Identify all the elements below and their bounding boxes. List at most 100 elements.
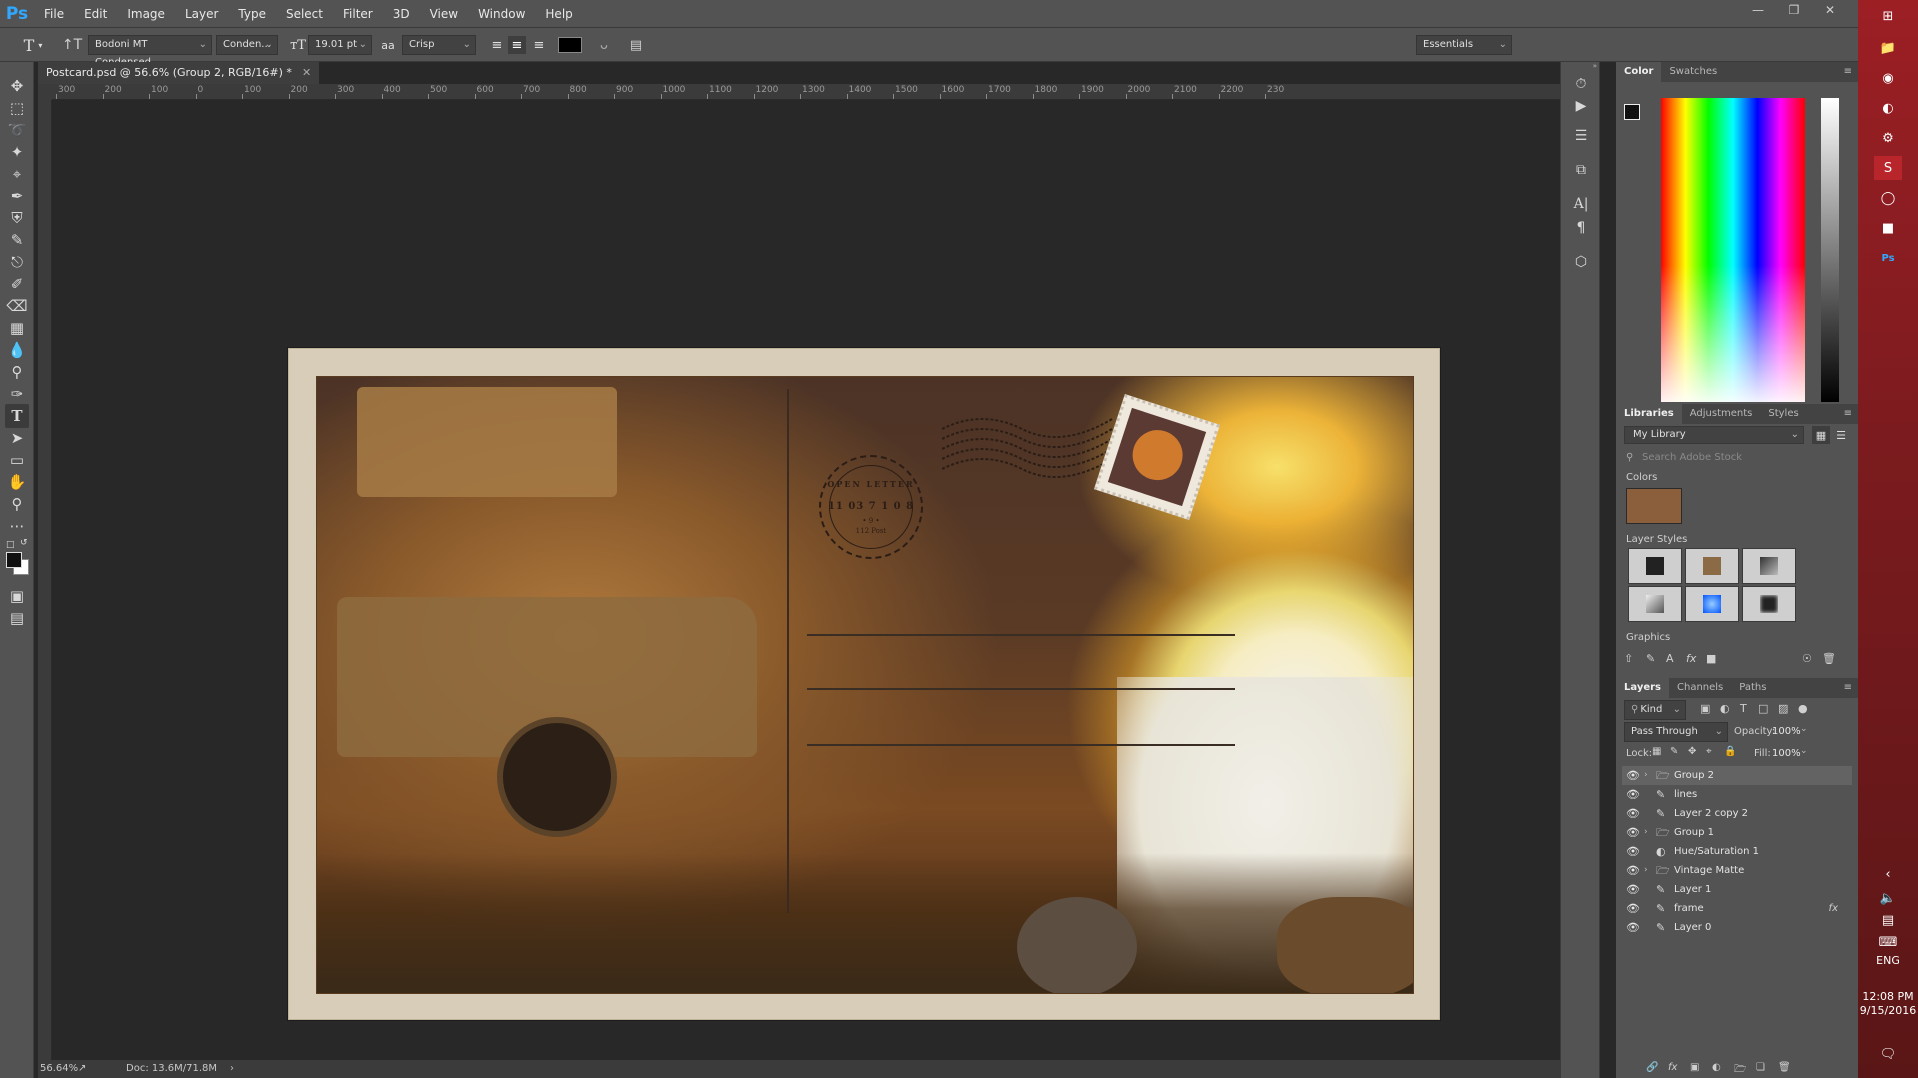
- layer-style-tile[interactable]: [1742, 548, 1796, 584]
- link-layers-icon[interactable]: 🔗: [1646, 1062, 1658, 1073]
- upload-icon[interactable]: ⇧: [1624, 652, 1633, 665]
- filter-toggle-icon[interactable]: ●: [1798, 702, 1808, 715]
- filter-pixel-icon[interactable]: ▣: [1700, 702, 1710, 715]
- steam-icon[interactable]: ⚙: [1874, 126, 1902, 150]
- eyedropper-tool-icon[interactable]: ✒: [5, 184, 29, 208]
- paragraph-panel-icon[interactable]: ¶: [1569, 216, 1593, 240]
- lock-pixels-icon[interactable]: ✎: [1670, 746, 1678, 757]
- gradient-tool-icon[interactable]: ▦: [5, 316, 29, 340]
- add-mask-icon[interactable]: ▣: [1690, 1062, 1699, 1073]
- magic-wand-tool-icon[interactable]: ✦: [5, 140, 29, 164]
- close-icon[interactable]: ✕: [1812, 0, 1848, 20]
- lasso-tool-icon[interactable]: ➰: [5, 118, 29, 142]
- app-icon[interactable]: ◯: [1874, 186, 1902, 210]
- visibility-eye-icon[interactable]: 👁: [1626, 785, 1640, 804]
- zoom-level[interactable]: 56.64%: [40, 1060, 78, 1078]
- creative-cloud-icon[interactable]: ☉: [1802, 652, 1812, 665]
- menu-window[interactable]: Window: [468, 0, 535, 28]
- keyboard-icon[interactable]: ⌨: [1874, 930, 1902, 954]
- tab-styles[interactable]: Styles: [1760, 404, 1806, 424]
- panel-menu-icon[interactable]: ≡: [1844, 682, 1852, 693]
- visibility-eye-icon[interactable]: 👁: [1626, 918, 1640, 937]
- align-left-icon[interactable]: ≡: [488, 36, 506, 54]
- expand-arrow-icon[interactable]: ›: [1644, 861, 1648, 880]
- new-adjustment-icon[interactable]: ◐: [1712, 1062, 1721, 1073]
- add-content-icon[interactable]: ✎: [1646, 652, 1655, 665]
- library-select[interactable]: My Library ⌄: [1624, 426, 1804, 444]
- antialias-select[interactable]: Crisp ⌄: [402, 35, 476, 55]
- crop-tool-icon[interactable]: ⌖: [5, 162, 29, 186]
- filter-smart-object-icon[interactable]: ▨: [1778, 702, 1788, 715]
- menu-edit[interactable]: Edit: [74, 0, 117, 28]
- brush-tool-icon[interactable]: ✎: [5, 228, 29, 252]
- properties-panel-icon[interactable]: ☰: [1569, 124, 1593, 148]
- system-clock[interactable]: 12:08 PM 9/15/2016: [1858, 990, 1918, 1018]
- type-tool-preset-icon[interactable]: T ▾: [18, 34, 48, 56]
- color-panel-fg-bg[interactable]: [1624, 104, 1646, 126]
- grayscale-ramp[interactable]: [1821, 98, 1839, 402]
- notifications-icon[interactable]: 🗨: [1874, 1042, 1902, 1066]
- visibility-eye-icon[interactable]: 👁: [1626, 842, 1640, 861]
- opacity-value[interactable]: 100%: [1772, 726, 1801, 737]
- visibility-eye-icon[interactable]: 👁: [1626, 899, 1640, 918]
- layer-row[interactable]: 👁 ✎ lines: [1622, 785, 1852, 804]
- pen-tool-icon[interactable]: ✑: [5, 382, 29, 406]
- chevron-left-icon[interactable]: ‹: [1874, 862, 1902, 886]
- new-group-icon[interactable]: 🗁: [1734, 1062, 1746, 1078]
- menu-file[interactable]: File: [34, 0, 74, 28]
- stock-search-input[interactable]: ⚲ Search Adobe Stock: [1624, 450, 1850, 466]
- chevron-down-icon[interactable]: ⌄: [1800, 724, 1808, 734]
- quick-mask-icon[interactable]: ▣: [5, 584, 29, 608]
- restore-icon[interactable]: ❐: [1776, 0, 1812, 20]
- character-panel-dock-icon[interactable]: A|: [1569, 192, 1593, 216]
- menu-help[interactable]: Help: [535, 0, 582, 28]
- document-tab[interactable]: Postcard.psd @ 56.6% (Group 2, RGB/16#) …: [38, 62, 320, 84]
- font-family-select[interactable]: Bodoni MT Condensed ...⌄: [88, 35, 212, 68]
- align-right-icon[interactable]: ≡: [530, 36, 548, 54]
- collapse-dock-icon[interactable]: »: [1565, 62, 1597, 70]
- font-size-select[interactable]: 19.01 pt ⌄: [308, 35, 372, 55]
- grid-view-icon[interactable]: ▦: [1812, 426, 1830, 444]
- font-style-select[interactable]: Conden... ⌄: [216, 35, 278, 55]
- layer-row[interactable]: 👁 ✎ Layer 1: [1622, 880, 1852, 899]
- layer-row[interactable]: 👁 › 🗁 Group 2: [1622, 766, 1852, 785]
- menu-filter[interactable]: Filter: [333, 0, 383, 28]
- windows-start-icon[interactable]: ⊞: [1874, 4, 1902, 28]
- text-color-swatch[interactable]: [558, 37, 582, 53]
- layer-style-tile[interactable]: [1742, 586, 1796, 622]
- color-panel-foreground[interactable]: [1624, 104, 1640, 120]
- fill-value[interactable]: 100%: [1772, 748, 1801, 759]
- type-tool-icon[interactable]: T: [5, 404, 29, 428]
- chrome-icon[interactable]: ◉: [1874, 66, 1902, 90]
- history-brush-tool-icon[interactable]: ✐: [5, 272, 29, 296]
- filter-shape-icon[interactable]: □: [1758, 702, 1768, 715]
- screen-mode-icon[interactable]: ▤: [5, 606, 29, 630]
- volume-icon[interactable]: 🔈: [1874, 886, 1902, 910]
- clone-source-panel-icon[interactable]: ⧉: [1569, 158, 1593, 182]
- lock-transparent-icon[interactable]: ▦: [1652, 746, 1661, 757]
- lock-artboard-icon[interactable]: ⌖: [1706, 746, 1712, 757]
- visibility-eye-icon[interactable]: 👁: [1626, 823, 1640, 842]
- layer-row[interactable]: 👁 › 🗁 Group 1: [1622, 823, 1852, 842]
- blend-mode-select[interactable]: Pass Through ⌄: [1624, 722, 1728, 742]
- layer-style-tile[interactable]: [1628, 586, 1682, 622]
- new-layer-icon[interactable]: ❏: [1756, 1062, 1765, 1073]
- input-language[interactable]: ENG: [1858, 954, 1918, 967]
- panel-menu-icon[interactable]: ≡: [1844, 66, 1852, 77]
- tab-adjustments[interactable]: Adjustments: [1682, 404, 1761, 424]
- clone-stamp-tool-icon[interactable]: ⎋: [5, 250, 29, 274]
- visibility-eye-icon[interactable]: 👁: [1626, 880, 1640, 899]
- layer-row[interactable]: 👁 ✎ Layer 0: [1622, 918, 1852, 937]
- tab-layers[interactable]: Layers: [1616, 678, 1669, 698]
- toggle-text-orientation-icon[interactable]: ↑T: [60, 34, 84, 56]
- add-char-style-icon[interactable]: A: [1666, 652, 1674, 665]
- canvas-area[interactable]: OPEN LETTER 11 03 7 1 0 8 • 9 • 112 Post: [52, 100, 1560, 1060]
- hand-tool-icon[interactable]: ✋: [5, 470, 29, 494]
- menu-type[interactable]: Type: [228, 0, 276, 28]
- edit-toolbar-icon[interactable]: ⋯: [5, 514, 29, 538]
- photoshop-taskbar-icon[interactable]: Ps: [1874, 246, 1902, 270]
- delete-layer-icon[interactable]: 🗑: [1778, 1062, 1791, 1073]
- app-icon[interactable]: ■: [1874, 216, 1902, 240]
- path-selection-tool-icon[interactable]: ➤: [5, 426, 29, 450]
- library-color-swatch[interactable]: [1626, 488, 1682, 524]
